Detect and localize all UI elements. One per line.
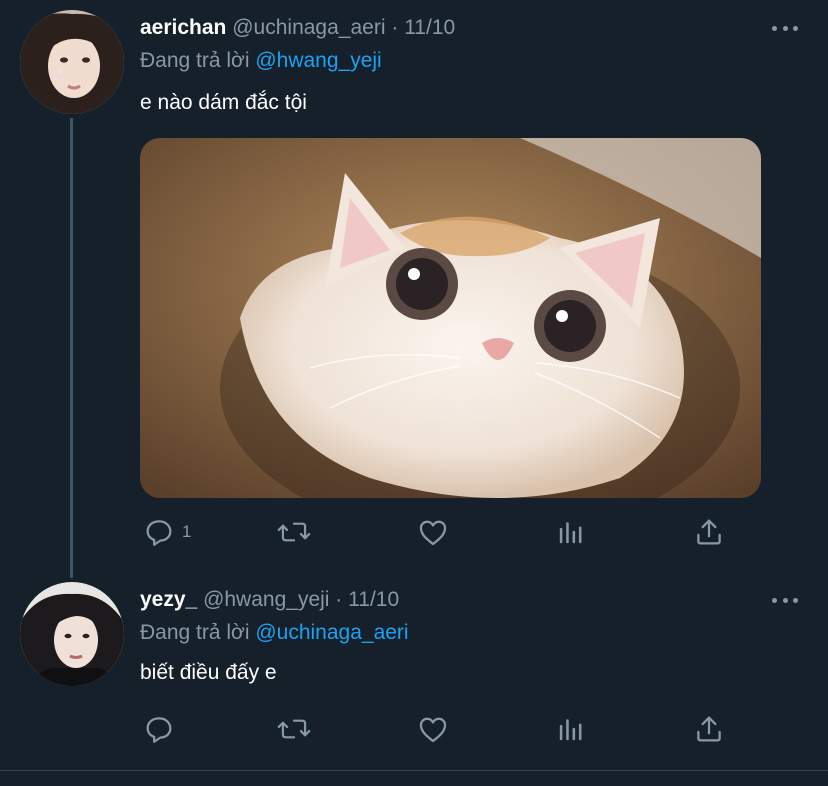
retweet-button[interactable]	[276, 711, 312, 747]
separator: ·	[391, 16, 399, 39]
share-button[interactable]	[692, 711, 726, 747]
analytics-button[interactable]	[554, 711, 588, 747]
three-dots-icon	[772, 25, 777, 31]
dot	[793, 25, 798, 31]
reply-button[interactable]: 1	[142, 514, 191, 550]
tweet-media-image[interactable]	[140, 138, 761, 498]
tweet-date[interactable]: 11/10	[348, 588, 399, 611]
replying-to-label: Đang trả lời	[140, 621, 250, 644]
tweet-actions	[140, 711, 740, 747]
analytics-button[interactable]	[554, 514, 588, 550]
retweet-arrows-icon	[277, 522, 311, 542]
like-button[interactable]	[416, 711, 450, 747]
retweet-button[interactable]	[276, 514, 312, 550]
tweet-actions: 1	[140, 514, 740, 550]
more-options-button[interactable]	[772, 590, 798, 610]
upload-share-icon	[697, 519, 721, 545]
dot	[782, 597, 788, 603]
tweet-text: e nào dám đắc tội	[140, 91, 307, 114]
avatar[interactable]	[20, 582, 124, 686]
display-name[interactable]: yezy_	[140, 588, 197, 611]
replying-to: Đang trả lời @uchinaga_aeri	[140, 621, 409, 645]
heart-outline-icon	[419, 717, 447, 743]
replying-to: Đang trả lời @hwang_yeji	[140, 49, 382, 73]
avatar-image	[20, 582, 124, 686]
reply-count: 1	[182, 522, 192, 541]
tweet-header: aerichan @uchinaga_aeri · 11/10	[140, 16, 455, 40]
tweet-text: biết điều đấy e	[140, 661, 277, 684]
user-handle[interactable]: @uchinaga_aeri	[232, 16, 385, 39]
more-options-button[interactable]	[772, 18, 798, 38]
divider	[0, 770, 828, 771]
share-button[interactable]	[692, 514, 726, 550]
speech-bubble-icon	[146, 520, 172, 546]
mention-link[interactable]: @uchinaga_aeri	[255, 621, 408, 644]
heart-outline-icon	[419, 520, 447, 546]
bar-chart-icon	[559, 719, 582, 741]
user-handle[interactable]: @hwang_yeji	[203, 588, 329, 611]
like-button[interactable]	[416, 514, 450, 550]
upload-share-icon	[697, 716, 721, 742]
avatar-image	[20, 10, 124, 114]
replying-to-label: Đang trả lời	[140, 49, 250, 72]
separator: ·	[335, 588, 343, 611]
speech-bubble-icon	[146, 717, 172, 743]
avatar[interactable]	[20, 10, 124, 114]
display-name[interactable]: aerichan	[140, 16, 226, 39]
tweet-date[interactable]: 11/10	[404, 16, 455, 39]
three-dots-icon	[772, 597, 777, 603]
thread-connector-line	[70, 118, 73, 578]
reply-button[interactable]	[142, 711, 182, 747]
kitten-photo	[140, 138, 761, 498]
mention-link[interactable]: @hwang_yeji	[255, 49, 381, 72]
retweet-arrows-icon	[277, 719, 311, 739]
dot	[793, 597, 798, 603]
tweet-header: yezy_ @hwang_yeji · 11/10	[140, 588, 399, 612]
dot	[782, 25, 788, 31]
bar-chart-icon	[559, 522, 582, 544]
